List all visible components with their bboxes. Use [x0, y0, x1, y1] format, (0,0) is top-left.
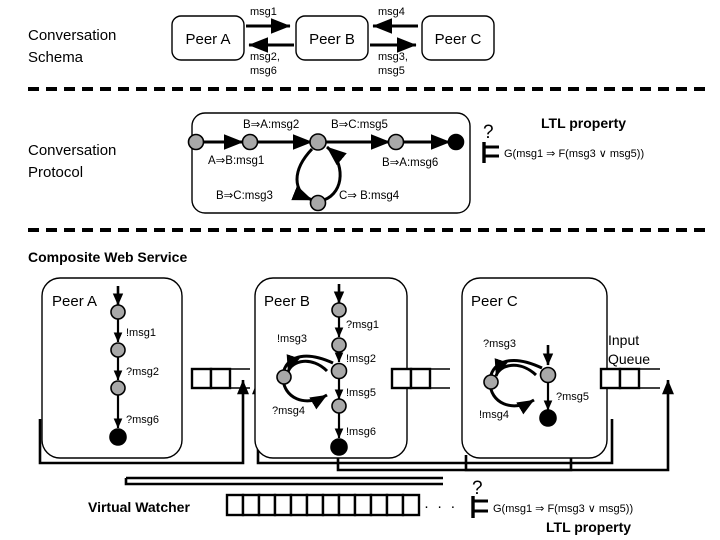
composite-peer-a-state-0 [110, 304, 126, 320]
protocol-state-s1 [241, 133, 259, 151]
composite-peer-b-state-final [330, 438, 348, 456]
schema-channel-msg5-label: msg5 [378, 65, 405, 77]
composite-peer-a-transition-0: !msg1 [126, 327, 156, 339]
diagram-canvas: Conversation Schema Peer A Peer B Peer C… [28, 6, 712, 535]
ltl-top-formula: G(msg1 ⇒ F(msg3 ∨ msg5)) [504, 148, 644, 160]
conversation-schema-label-line1: Conversation [28, 27, 116, 44]
protocol-label-msg1: A⇒B:msg1 [208, 155, 264, 167]
virtual-watcher-cell-7 [337, 493, 357, 517]
composite-peer-b-label: Peer B [264, 293, 310, 310]
composite-peer-a-transition-2: ?msg6 [126, 414, 159, 426]
virtual-watcher-cell-6 [321, 493, 341, 517]
conversation-schema-section: Conversation Schema Peer A Peer B Peer C… [28, 6, 495, 77]
peer-c-input-queue: Input Queue [599, 332, 660, 390]
protocol-label-msg5: B⇒C:msg5 [331, 119, 388, 131]
ltl-top-group: ? LTL property G(msg1 ⇒ F(msg3 ∨ msg5)) [482, 115, 644, 163]
protocol-label-msg4: C⇒ B:msg4 [339, 190, 400, 202]
peer-b-queue-cell-1 [409, 367, 432, 390]
composite-peer-a-label: Peer A [52, 293, 97, 310]
diagram-root: Conversation Schema Peer A Peer B Peer C… [0, 0, 720, 540]
conversation-protocol-label-line1: Conversation [28, 142, 116, 159]
composite-peer-a-state-2 [110, 380, 126, 396]
composite-peer-c-label: Peer C [471, 293, 518, 310]
virtual-watcher-cell-4 [289, 493, 309, 517]
composite-peer-c-loop-state [483, 374, 499, 390]
conversation-schema-label-line2: Schema [28, 49, 84, 66]
composite-peer-c-loop-label-1: !msg4 [479, 409, 509, 421]
composite-peer-b-transition-0: ?msg1 [346, 319, 379, 331]
composite-peer-a-transition-1: ?msg2 [126, 366, 159, 378]
virtual-watcher-cell-1 [241, 493, 261, 517]
composite-peer-c-loop-label-0: ?msg3 [483, 338, 516, 350]
virtual-watcher-cell-8 [353, 493, 373, 517]
schema-channel-msg4-label: msg4 [378, 6, 405, 18]
virtual-watcher-cell-5 [305, 493, 325, 517]
virtual-watcher-cell-0 [225, 493, 245, 517]
composite-peer-b-transition-1: !msg2 [346, 353, 376, 365]
ltl-top-title: LTL property [541, 115, 626, 131]
composite-peer-a: Peer A !msg1 ?msg2 ?msg6 [41, 277, 183, 459]
input-queue-label-line1: Input [608, 332, 639, 348]
schema-peer-b-label: Peer B [309, 31, 355, 48]
conversation-protocol-section: Conversation Protocol A⇒B:msg1 B⇒A:msg2 … [28, 112, 471, 214]
composite-peer-c-state-final [539, 409, 557, 427]
virtual-watcher-cell-2 [257, 493, 277, 517]
virtual-watcher-queue [225, 493, 421, 517]
protocol-label-msg6: B⇒A:msg6 [382, 157, 438, 169]
composite-peer-c-state-0 [539, 366, 557, 384]
composite-peer-b-loop-label-1: ?msg4 [272, 405, 305, 417]
protocol-state-s3 [309, 194, 327, 212]
composite-peer-b-state-3 [331, 398, 347, 414]
schema-channel-msg1-label: msg1 [250, 6, 277, 18]
schema-channel-msg2-label: msg2, [250, 51, 280, 63]
virtual-watcher-cell-9 [369, 493, 389, 517]
virtual-watcher-cell-10 [385, 493, 405, 517]
protocol-label-msg3: B⇒C:msg3 [216, 190, 273, 202]
virtual-watcher-cell-11 [401, 493, 421, 517]
composite-peer-b-state-2 [330, 362, 348, 380]
conversation-protocol-label-line2: Protocol [28, 164, 83, 181]
peer-b-input-queue [390, 367, 450, 390]
protocol-label-msg2: B⇒A:msg2 [243, 119, 299, 131]
schema-channel-msg3-label: msg3, [378, 51, 408, 63]
virtual-watcher-group: Virtual Watcher · · · ? G(msg1 ⇒ F(msg3 … [88, 478, 633, 535]
peer-c-queue-cell-0 [599, 367, 622, 390]
virtual-watcher-label: Virtual Watcher [88, 499, 190, 515]
composite-peer-b: Peer B ?msg1 !msg2 !msg5 !msg6 !msg3 ?ms… [254, 277, 408, 459]
ltl-bottom-title: LTL property [546, 519, 631, 535]
composite-peer-c: Peer C ?msg5 ?msg3 !msg4 [461, 277, 608, 459]
composite-peer-b-loop-state [276, 369, 292, 385]
input-queue-label-line2: Queue [608, 351, 650, 367]
schema-peer-a-label: Peer A [185, 31, 230, 48]
peer-b-queue-cell-0 [390, 367, 413, 390]
protocol-state-s2 [309, 133, 327, 151]
ltl-top-question-mark: ? [483, 122, 494, 143]
composite-peer-b-transition-2: !msg5 [346, 387, 376, 399]
composite-peer-a-state-final [109, 428, 127, 446]
peer-c-queue-cell-1 [618, 367, 641, 390]
virtual-watcher-cell-3 [273, 493, 293, 517]
composite-web-service-title: Composite Web Service [28, 249, 187, 265]
ltl-bottom-formula: G(msg1 ⇒ F(msg3 ∨ msg5)) [493, 503, 633, 515]
schema-channel-msg6-label: msg6 [250, 65, 277, 77]
peer-a-queue-cell-0 [190, 367, 213, 390]
virtual-watcher-ellipsis: · · · [424, 498, 457, 515]
peer-a-queue-cell-1 [209, 367, 232, 390]
protocol-state-s0 [187, 133, 205, 151]
composite-peer-b-state-0 [331, 302, 347, 318]
composite-peer-c-transition-0: ?msg5 [556, 391, 589, 403]
schema-peer-c-label: Peer C [435, 31, 482, 48]
ltl-bottom-question-mark: ? [472, 478, 483, 499]
composite-peer-b-transition-3: !msg6 [346, 426, 376, 438]
protocol-state-s4 [387, 133, 405, 151]
peer-a-input-queue [190, 367, 250, 390]
composite-peer-b-loop-label-0: !msg3 [277, 333, 307, 345]
protocol-state-s5-final [447, 133, 465, 151]
composite-peer-b-state-1 [331, 337, 347, 353]
composite-peer-a-state-1 [110, 342, 126, 358]
